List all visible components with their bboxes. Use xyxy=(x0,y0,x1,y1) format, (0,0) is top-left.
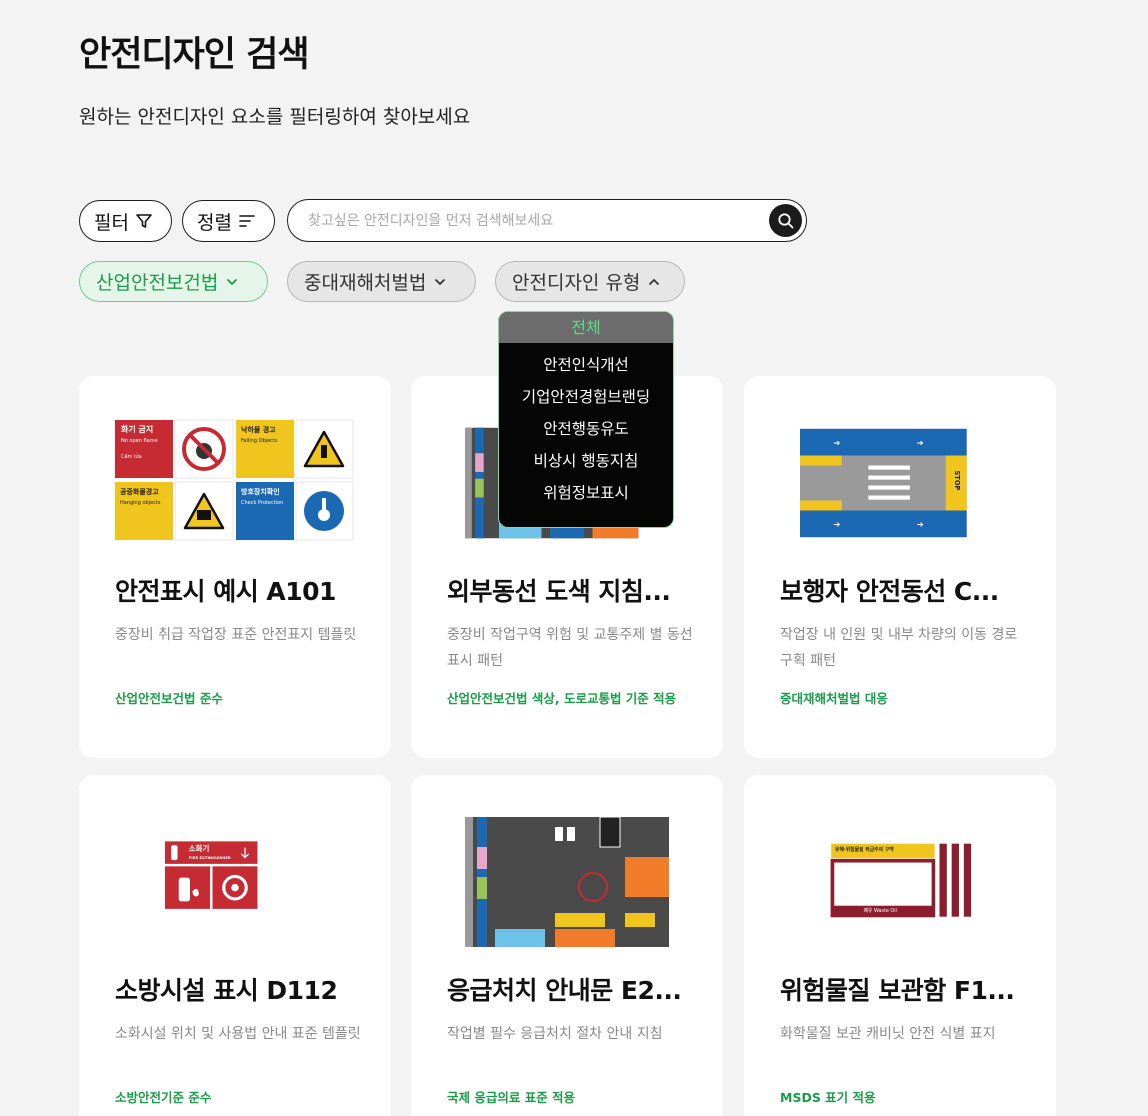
card-description: 소화시설 위치 및 사용법 안내 표준 템플릿 xyxy=(115,1026,361,1042)
design-card[interactable]: 화기 금지 No open flame Cấm lửa 낙하물 경고 Falli… xyxy=(79,376,391,758)
card-title: 외부동선 도색 지침... xyxy=(447,577,671,606)
card-tag: 산업안전보건법 준수 xyxy=(115,691,223,706)
design-card[interactable]: 응급처치 안내문 E2... 작업별 필수 응급처치 절차 안내 지침 국제 응… xyxy=(411,775,723,1116)
card-description: 작업장 내 인원 및 내부 차량의 이동 경로 구획 패턴 xyxy=(780,627,1018,669)
dropdown-option[interactable]: 안전인식개선 xyxy=(499,349,673,381)
card-tag: 소방안전기준 준수 xyxy=(115,1090,212,1105)
page-title: 안전디자인 검색 xyxy=(79,35,310,75)
dropdown-option[interactable]: 기업안전경험브랜딩 xyxy=(499,381,673,413)
chip-design-type[interactable]: 안전디자인 유형 xyxy=(495,261,685,302)
search-bar xyxy=(287,199,807,242)
fire-equipment-thumbnail: 소화기 FIRE EXTINGUISHER xyxy=(165,841,258,909)
card-title: 위험물질 보관함 F1... xyxy=(780,976,1015,1005)
card-title: 소방시설 표시 D112 xyxy=(115,976,338,1005)
svg-text:낙하물 경고: 낙하물 경고 xyxy=(241,425,276,434)
card-title: 안전표시 예시 A101 xyxy=(115,577,336,606)
svg-text:화기 금지: 화기 금지 xyxy=(121,424,153,434)
svg-text:Hanging objects: Hanging objects xyxy=(120,500,161,506)
dropdown-option[interactable]: 위험정보표시 xyxy=(499,477,673,509)
card-title: 응급처치 안내문 E2... xyxy=(447,976,682,1005)
chip-label: 산업안전보건법 xyxy=(96,272,219,294)
chevron-down-icon xyxy=(435,278,446,285)
filter-button[interactable]: 필터 xyxy=(79,200,172,242)
svg-text:유해·위험물질 취급주의 구역: 유해·위험물질 취급주의 구역 xyxy=(835,846,894,853)
page-subtitle: 원하는 안전디자인 요소를 필터링하여 찾아보세요 xyxy=(79,106,471,128)
search-icon xyxy=(777,212,793,228)
chip-label: 안전디자인 유형 xyxy=(512,272,641,294)
page: 안전디자인 검색 원하는 안전디자인 요소를 필터링하여 찾아보세요 필터 정렬… xyxy=(0,0,1148,1116)
design-card[interactable]: 유해·위험물질 취급주의 구역 폐유 Waste Oil 위험물질 보관함 F1… xyxy=(744,775,1056,1116)
chip-label: 중대재해처벌법 xyxy=(304,272,427,294)
design-card[interactable]: STOP ➔ ➔ ➔ ➔ 보행자 안전동선 C... 작업장 내 인원 및 내부… xyxy=(744,376,1056,758)
svg-text:➔: ➔ xyxy=(917,438,924,448)
floor-plan-thumbnail xyxy=(465,817,669,947)
chevron-up-icon xyxy=(649,278,660,285)
dropdown-option[interactable]: 안전행동유도 xyxy=(499,413,673,445)
filter-icon xyxy=(136,214,152,228)
svg-text:공중화물경고: 공중화물경고 xyxy=(120,487,159,496)
card-tag: 산업안전보건법 색상, 도로교통법 기준 적용 xyxy=(447,691,677,706)
svg-text:➔: ➔ xyxy=(833,438,840,448)
dropdown-option[interactable]: 비상시 행동지침 xyxy=(499,445,673,477)
card-description: 중장비 작업구역 위험 및 교통주제 별 동선 표시 패턴 xyxy=(447,627,693,669)
card-tag: 중대재해처벌법 대응 xyxy=(780,691,888,706)
svg-text:➔: ➔ xyxy=(833,519,840,529)
search-button[interactable] xyxy=(769,204,802,237)
svg-text:소화기: 소화기 xyxy=(189,843,210,853)
chip-industrial-safety-law[interactable]: 산업안전보건법 xyxy=(79,261,268,302)
sort-label: 정렬 xyxy=(197,211,232,234)
card-tag: MSDS 표기 적용 xyxy=(780,1090,876,1105)
svg-text:Falling Objects: Falling Objects xyxy=(241,438,278,444)
sort-icon xyxy=(239,215,255,227)
sort-button[interactable]: 정렬 xyxy=(182,200,275,242)
chip-serious-accident-law[interactable]: 중대재해처벌법 xyxy=(287,261,476,302)
svg-text:➔: ➔ xyxy=(917,519,924,529)
svg-text:폐유 Waste Oil: 폐유 Waste Oil xyxy=(863,907,896,914)
search-input[interactable] xyxy=(308,209,748,233)
svg-text:STOP: STOP xyxy=(953,471,961,491)
card-description: 화학물질 보관 캐비닛 안전 식별 표지 xyxy=(780,1026,996,1042)
safety-signs-thumbnail: 화기 금지 No open flame Cấm lửa 낙하물 경고 Falli… xyxy=(115,418,355,548)
filter-label: 필터 xyxy=(94,211,129,234)
design-card[interactable]: 소화기 FIRE EXTINGUISHER 소방시설 표시 D112 소화시설 … xyxy=(79,775,391,1116)
chevron-down-icon xyxy=(227,278,238,285)
svg-text:No open flame: No open flame xyxy=(121,438,158,444)
card-description: 중장비 취급 작업장 표준 안전표지 템플릿 xyxy=(115,627,357,643)
pedestrian-path-thumbnail: STOP ➔ ➔ ➔ ➔ xyxy=(800,428,967,538)
design-type-dropdown: 전체 안전인식개선 기업안전경험브랜딩 안전행동유도 비상시 행동지침 위험정보… xyxy=(498,311,674,528)
dropdown-option-all[interactable]: 전체 xyxy=(499,312,673,343)
svg-text:방호장치확인: 방호장치확인 xyxy=(241,487,280,496)
card-tag: 국제 응급의료 표준 적용 xyxy=(447,1090,576,1105)
svg-text:FIRE EXTINGUISHER: FIRE EXTINGUISHER xyxy=(189,856,231,860)
card-description: 작업별 필수 응급처치 절차 안내 지침 xyxy=(447,1026,663,1042)
hazard-cabinet-thumbnail: 유해·위험물질 취급주의 구역 폐유 Waste Oil xyxy=(830,842,976,922)
svg-text:Check Protection: Check Protection xyxy=(241,500,283,506)
svg-text:Cấm lửa: Cấm lửa xyxy=(121,453,142,460)
card-title: 보행자 안전동선 C... xyxy=(780,577,999,606)
